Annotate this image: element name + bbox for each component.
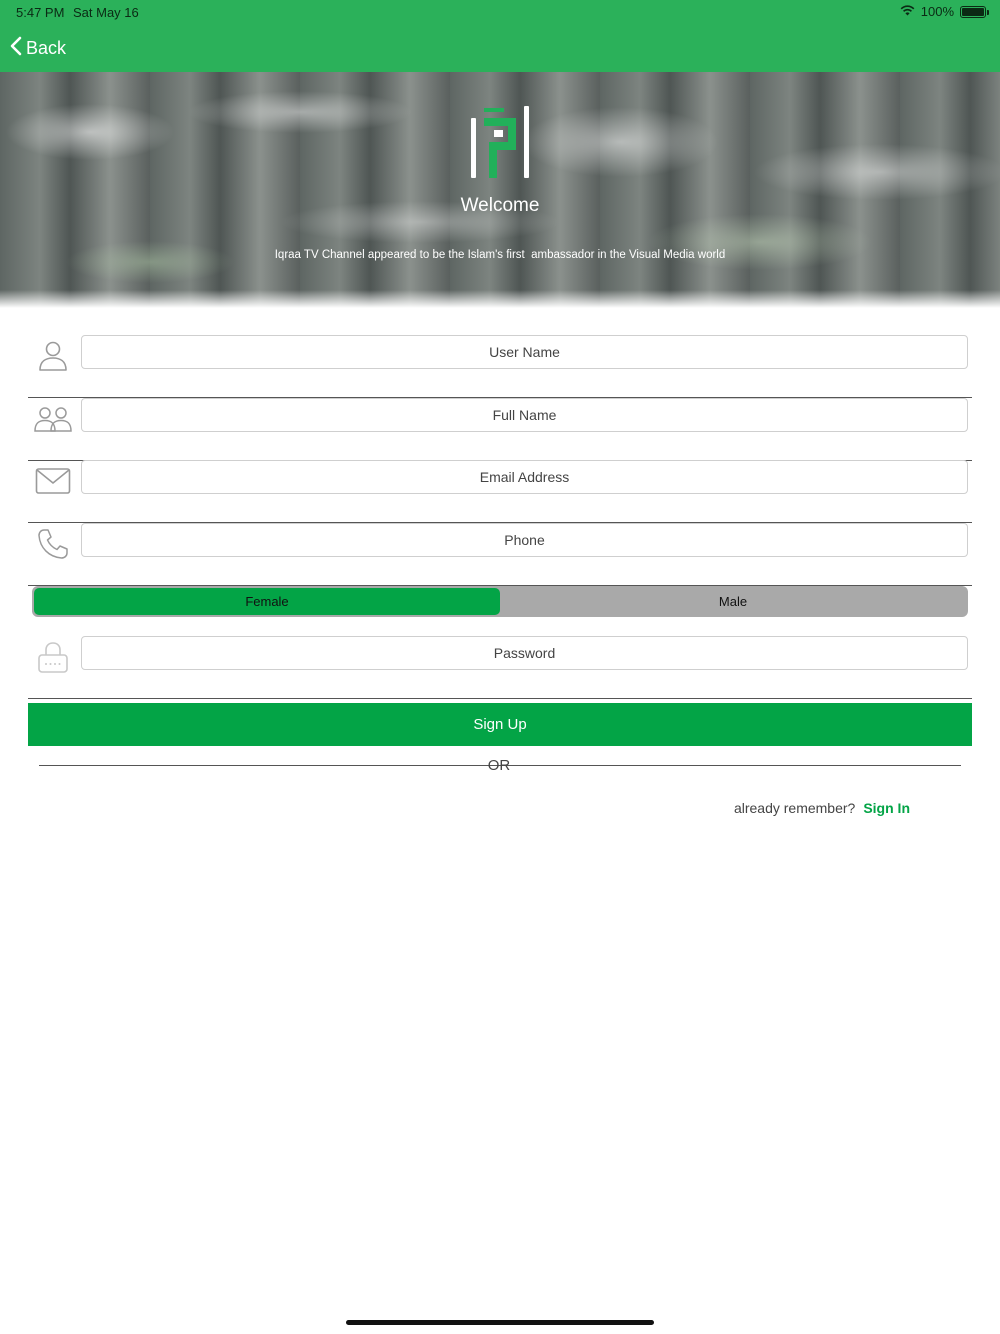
home-indicator[interactable]: [346, 1320, 654, 1325]
wifi-icon: [900, 4, 915, 19]
password-row: [28, 636, 972, 699]
status-right: 100%: [900, 4, 989, 19]
signin-prompt: already remember? Sign In: [734, 800, 910, 816]
status-time: 5:47 PM: [16, 5, 65, 20]
header-banner: Welcome Iqraa TV Channel appeared to be …: [0, 72, 1000, 308]
sign-up-button[interactable]: Sign Up: [28, 703, 972, 746]
navigation-bar: 5:47 PM Sat May 16 100% Back: [0, 0, 1000, 72]
welcome-tagline: Iqraa TV Channel appeared to be the Isla…: [274, 249, 726, 261]
battery-icon: [960, 5, 989, 18]
phone-icon: [32, 527, 74, 561]
back-button[interactable]: Back: [10, 34, 66, 62]
gender-option-male[interactable]: Male: [500, 588, 966, 615]
mail-icon: [32, 464, 74, 498]
email-input[interactable]: [81, 460, 968, 494]
signin-question: already remember?: [733, 800, 856, 816]
user-icon: [32, 339, 74, 373]
sign-in-link[interactable]: Sign In: [863, 800, 910, 816]
phone-input[interactable]: [81, 523, 968, 557]
back-label: Back: [26, 37, 67, 58]
status-bar: 5:47 PM Sat May 16 100%: [0, 0, 1000, 24]
username-row: [28, 335, 972, 398]
username-input[interactable]: [81, 335, 968, 369]
battery-percent: 100%: [920, 4, 954, 19]
iqraa-logo: [471, 106, 529, 178]
gender-option-female[interactable]: Female: [34, 588, 500, 615]
lock-icon: [32, 640, 74, 674]
fullname-row: [28, 398, 972, 461]
email-row: [28, 460, 972, 523]
users-icon: [32, 402, 74, 436]
status-date: Sat May 16: [73, 5, 139, 20]
chevron-left-icon: [10, 36, 26, 61]
or-label: OR: [487, 757, 511, 774]
gender-segmented-control: Female Male: [32, 586, 968, 617]
fullname-input[interactable]: [81, 398, 968, 432]
phone-row: [28, 523, 972, 586]
welcome-title: Welcome: [460, 195, 540, 216]
password-input[interactable]: [81, 636, 968, 670]
